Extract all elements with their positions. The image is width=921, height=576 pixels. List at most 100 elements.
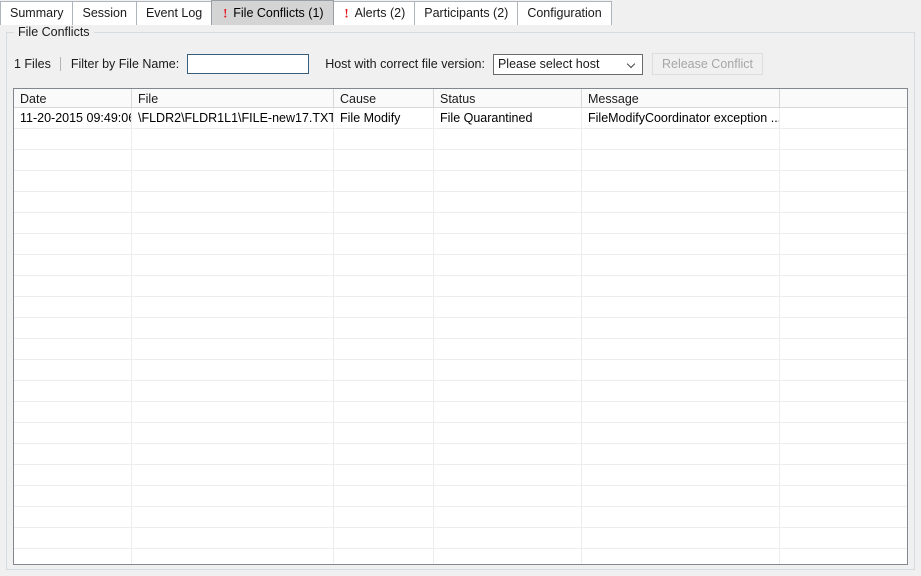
cell-message (582, 129, 780, 149)
cell-message (582, 213, 780, 233)
column-header-date[interactable]: Date (14, 89, 132, 107)
tab-label: Summary (10, 6, 64, 21)
cell-file (132, 423, 334, 443)
table-row[interactable] (14, 549, 907, 564)
table-row[interactable] (14, 192, 907, 213)
cell-status (434, 297, 582, 317)
cell-filler (780, 465, 907, 485)
cell-file (132, 297, 334, 317)
grid-body: 11-20-2015 09:49:06 \FLDR2\FLDR1L1\FILE-n… (14, 108, 907, 564)
tab-session[interactable]: Session (72, 1, 137, 25)
cell-file (132, 528, 334, 548)
cell-file (132, 444, 334, 464)
cell-date (14, 276, 132, 296)
cell-date (14, 360, 132, 380)
cell-status (434, 192, 582, 212)
cell-file (132, 486, 334, 506)
cell-date (14, 129, 132, 149)
tab-participants[interactable]: Participants (2) (414, 1, 519, 25)
cell-filler (780, 486, 907, 506)
cell-filler (780, 192, 907, 212)
table-row[interactable] (14, 423, 907, 444)
table-row[interactable] (14, 360, 907, 381)
cell-status (434, 507, 582, 527)
tab-label: Configuration (527, 6, 602, 21)
groupbox-title: File Conflicts (14, 26, 94, 38)
table-row[interactable] (14, 318, 907, 339)
cell-cause (334, 528, 434, 548)
filter-label: Filter by File Name: (70, 57, 180, 71)
cell-filler (780, 213, 907, 233)
file-count-label: 1 Files (14, 57, 51, 71)
tab-configuration[interactable]: Configuration (517, 1, 612, 25)
cell-status (434, 360, 582, 380)
table-row[interactable] (14, 339, 907, 360)
cell-status (434, 276, 582, 296)
cell-status (434, 381, 582, 401)
cell-date (14, 339, 132, 359)
tab-file-conflicts[interactable]: ! File Conflicts (1) (211, 0, 334, 25)
cell-cause (334, 318, 434, 338)
host-version-label: Host with correct file version: (325, 57, 485, 71)
table-row[interactable] (14, 255, 907, 276)
cell-filler (780, 549, 907, 564)
table-row[interactable] (14, 276, 907, 297)
cell-cause (334, 486, 434, 506)
cell-message (582, 402, 780, 422)
cell-date (14, 171, 132, 191)
cell-filler (780, 234, 907, 254)
host-select-value: Please select host (497, 57, 600, 71)
cell-status (434, 444, 582, 464)
cell-date: 11-20-2015 09:49:06 (14, 108, 132, 128)
cell-file (132, 276, 334, 296)
cell-date (14, 255, 132, 275)
cell-file (132, 150, 334, 170)
cell-filler (780, 255, 907, 275)
cell-date (14, 381, 132, 401)
column-header-message[interactable]: Message (582, 89, 780, 107)
table-row[interactable] (14, 528, 907, 549)
table-row[interactable] (14, 444, 907, 465)
cell-message (582, 381, 780, 401)
cell-message (582, 192, 780, 212)
cell-filler (780, 507, 907, 527)
column-header-file[interactable]: File (132, 89, 334, 107)
tab-summary[interactable]: Summary (0, 1, 74, 25)
cell-file (132, 192, 334, 212)
cell-status (434, 486, 582, 506)
table-row[interactable]: 11-20-2015 09:49:06 \FLDR2\FLDR1L1\FILE-n… (14, 108, 907, 129)
cell-date (14, 234, 132, 254)
column-header-cause[interactable]: Cause (334, 89, 434, 107)
cell-cause (334, 381, 434, 401)
host-select-dropdown[interactable]: Please select host (492, 53, 643, 75)
table-row[interactable] (14, 402, 907, 423)
cell-file (132, 507, 334, 527)
table-row[interactable] (14, 150, 907, 171)
table-row[interactable] (14, 486, 907, 507)
cell-file (132, 171, 334, 191)
cell-filler (780, 402, 907, 422)
cell-date (14, 528, 132, 548)
tab-event-log[interactable]: Event Log (135, 1, 213, 25)
table-row[interactable] (14, 213, 907, 234)
table-row[interactable] (14, 297, 907, 318)
table-row[interactable] (14, 234, 907, 255)
cell-file (132, 402, 334, 422)
table-row[interactable] (14, 465, 907, 486)
release-conflict-button[interactable]: Release Conflict (651, 53, 763, 75)
table-row[interactable] (14, 507, 907, 528)
cell-message (582, 360, 780, 380)
cell-cause (334, 360, 434, 380)
table-row[interactable] (14, 381, 907, 402)
cell-filler (780, 423, 907, 443)
file-conflicts-grid: Date File Cause Status Message 11-20-201… (13, 88, 908, 565)
filter-by-file-name-input[interactable] (187, 54, 310, 74)
cell-cause (334, 402, 434, 422)
table-row[interactable] (14, 171, 907, 192)
column-header-filler[interactable] (780, 89, 907, 107)
column-header-status[interactable]: Status (434, 89, 582, 107)
cell-cause (334, 255, 434, 275)
tab-alerts[interactable]: ! Alerts (2) (332, 1, 416, 25)
cell-cause (334, 192, 434, 212)
table-row[interactable] (14, 129, 907, 150)
